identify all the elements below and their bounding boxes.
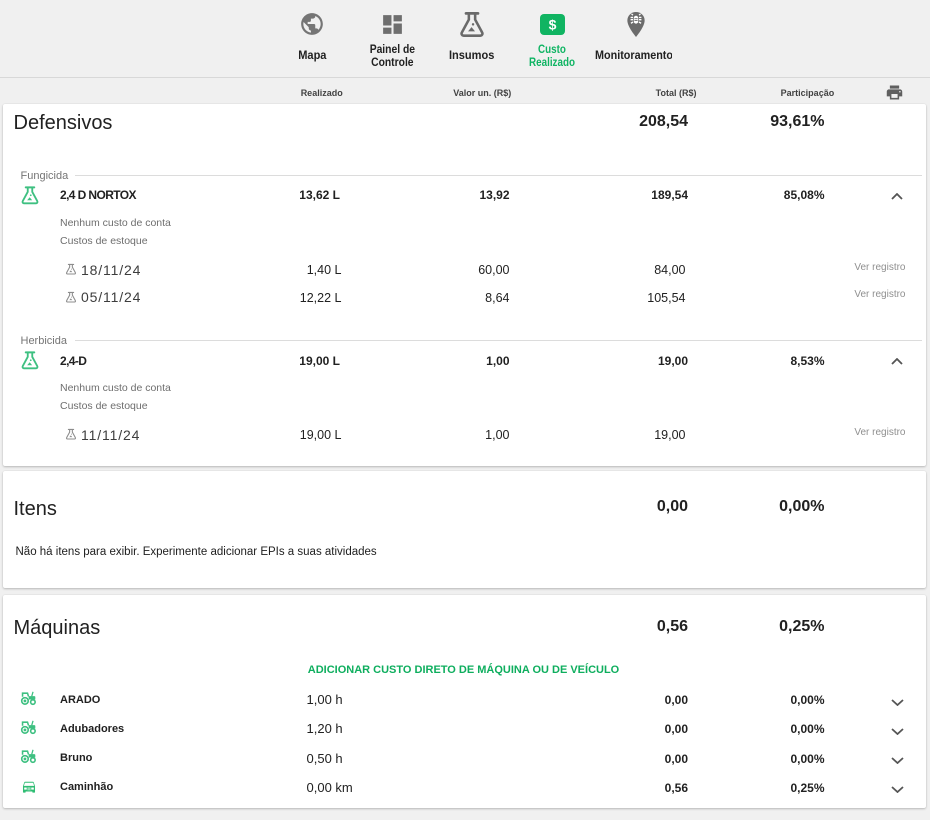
svg-text:$: $ [548, 16, 556, 32]
